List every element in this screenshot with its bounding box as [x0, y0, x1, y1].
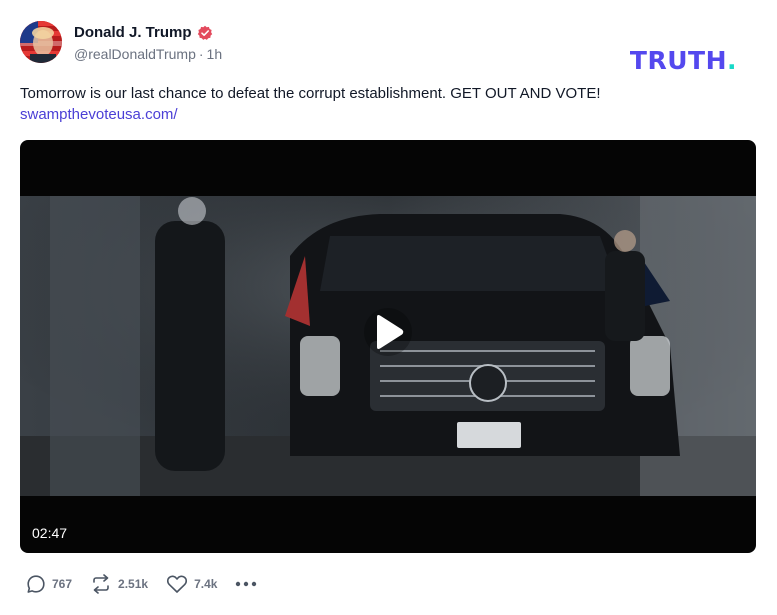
brand-logo[interactable]: TRUTH. [630, 48, 737, 74]
avatar-image [20, 21, 62, 63]
post-content: Tomorrow is our last chance to defeat th… [20, 83, 757, 125]
retruth-count: 2.51k [118, 577, 149, 591]
verified-badge-icon [197, 25, 213, 41]
truth-post: Donald J. Trump @realDonaldTrump · 1h TRUT… [0, 0, 777, 615]
reply-button[interactable]: 767 [26, 574, 72, 594]
timestamp[interactable]: 1h [207, 46, 223, 62]
play-button[interactable] [364, 308, 412, 356]
name-row: Donald J. Trump [74, 24, 222, 41]
post-meta: @realDonaldTrump · 1h [74, 46, 222, 62]
author-block: Donald J. Trump @realDonaldTrump · 1h [74, 24, 222, 62]
post-text: Tomorrow is our last chance to defeat th… [20, 85, 601, 102]
more-icon [236, 581, 257, 587]
heart-icon [167, 575, 188, 593]
reply-count: 767 [52, 577, 73, 591]
handle[interactable]: @realDonaldTrump [74, 46, 196, 62]
like-count: 7.4k [194, 577, 218, 591]
meta-separator: · [198, 46, 204, 62]
more-options-button[interactable] [235, 581, 257, 587]
like-button[interactable]: 7.4k [166, 574, 217, 594]
brand-dot: . [727, 46, 737, 75]
play-icon [377, 315, 404, 349]
repost-icon [93, 574, 109, 594]
post-header: Donald J. Trump @realDonaldTrump · 1h TRUT… [20, 20, 757, 73]
display-name[interactable]: Donald J. Trump [74, 24, 192, 41]
post-link[interactable]: swampthevoteusa.com/ [20, 104, 757, 125]
post-actions: 767 2.51k 7.4k [26, 574, 257, 594]
video-player[interactable]: 02:47 [20, 140, 756, 553]
video-duration: 02:47 [32, 525, 68, 541]
brand-name: TRUTH [629, 46, 727, 75]
retruth-button[interactable]: 2.51k [90, 574, 148, 594]
avatar[interactable] [20, 21, 62, 63]
comment-icon [27, 575, 45, 593]
